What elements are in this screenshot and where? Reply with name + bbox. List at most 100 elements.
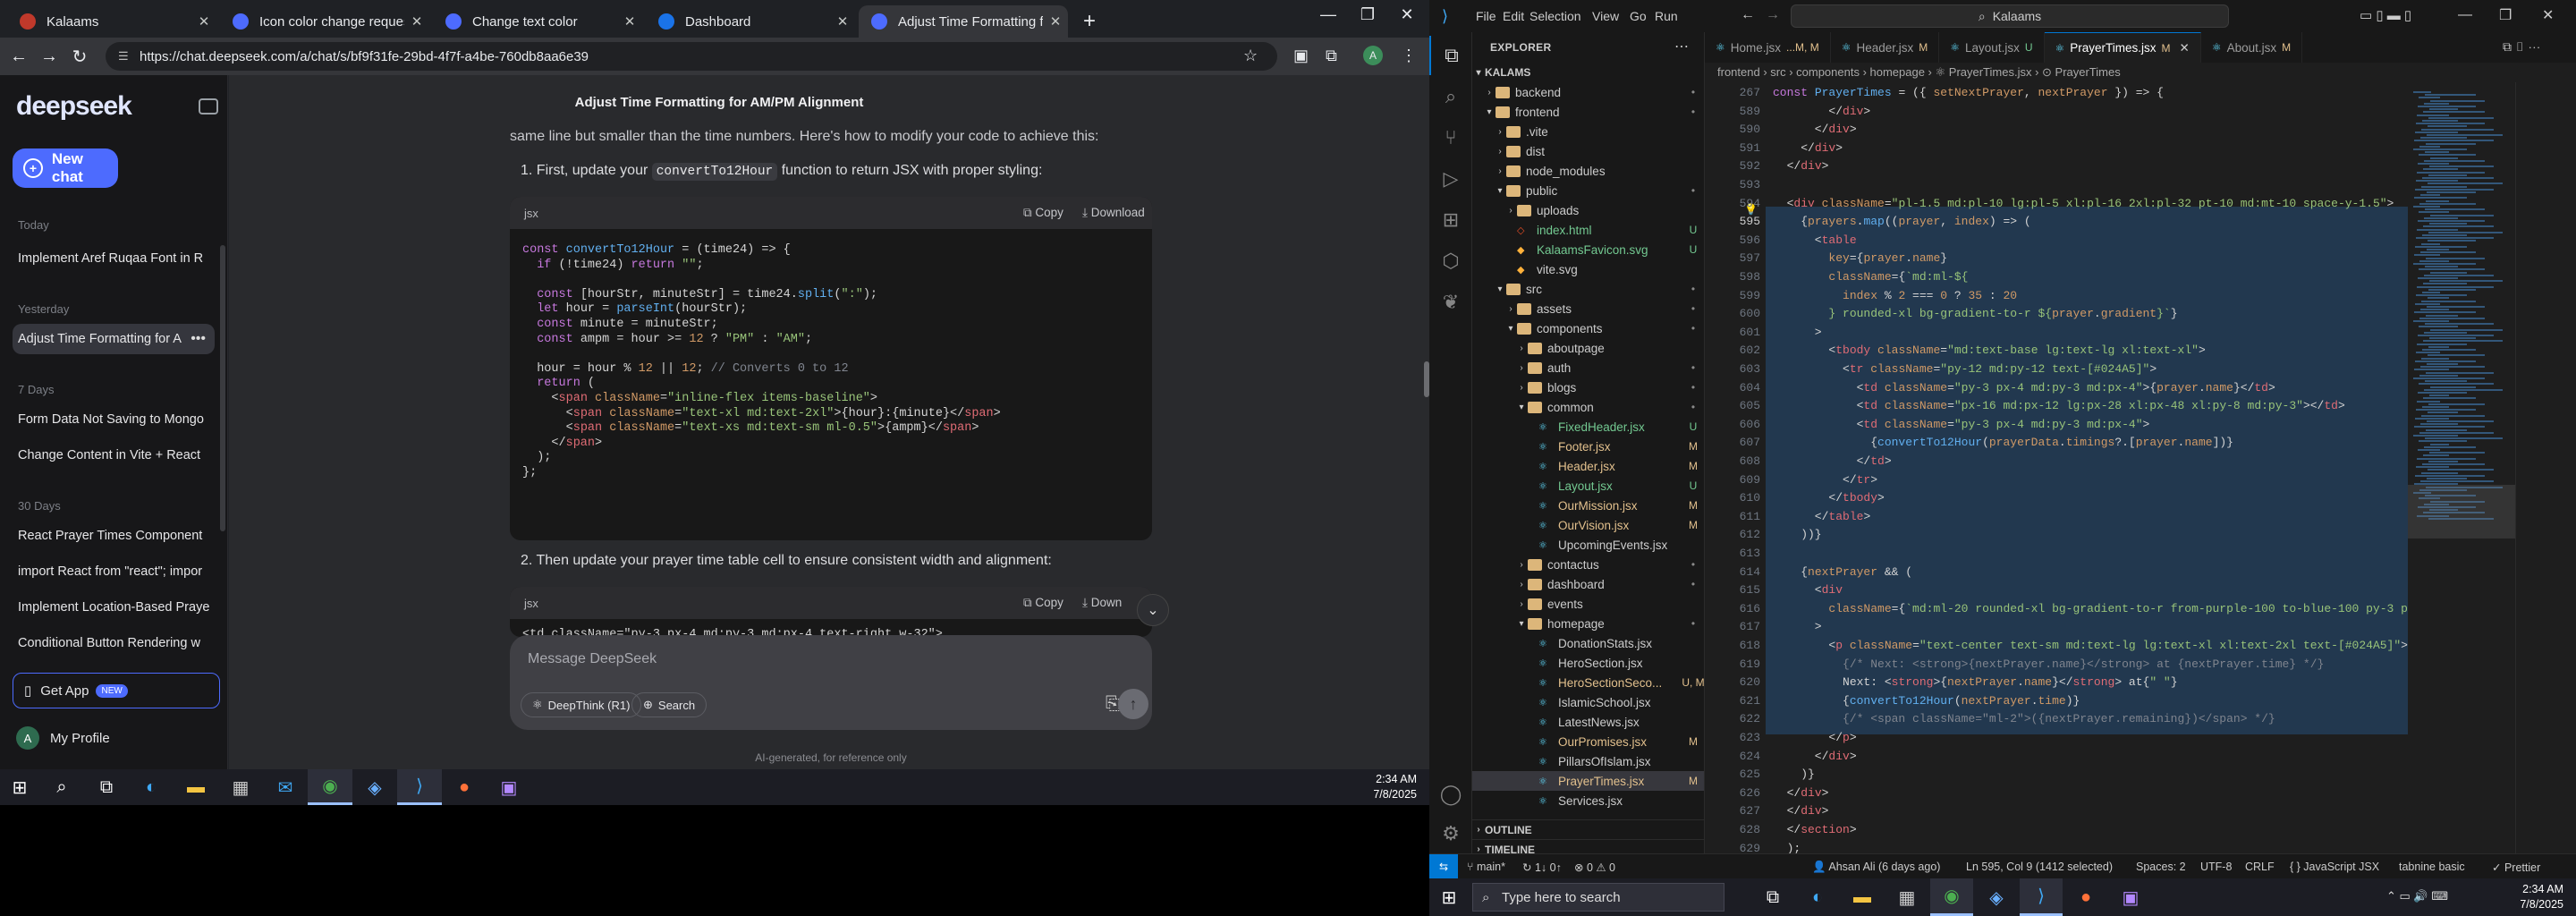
tab-close-icon[interactable]: ✕ <box>830 13 855 30</box>
run-debug-icon[interactable]: ▷ <box>1429 159 1472 199</box>
message-input[interactable] <box>528 648 1100 671</box>
site-info-icon[interactable]: ☰ <box>118 49 129 64</box>
tree-file[interactable]: ◆ KalaamsFavicon.svg U <box>1472 240 1704 259</box>
command-center[interactable]: ⌕ Kalaams <box>1791 4 2229 28</box>
vscode-icon[interactable]: ⟩ <box>397 769 442 805</box>
editor-tab[interactable]: ⚛ Home.jsx ...M, M <box>1705 32 1831 63</box>
tree-folder[interactable]: ▾ frontend • <box>1472 102 1704 122</box>
tree-file[interactable]: ⚛ Header.jsx M <box>1472 456 1704 476</box>
history-item[interactable]: Implement Aref Ruqaa Font in R <box>13 243 215 274</box>
remote-indicator-icon[interactable]: ⇆ <box>1429 854 1458 878</box>
firefox-icon[interactable]: ● <box>2064 878 2107 916</box>
tree-folder[interactable]: › uploads <box>1472 200 1704 220</box>
minimap[interactable] <box>2408 82 2515 853</box>
minimize-button[interactable]: — <box>1308 5 1349 24</box>
git-blame[interactable]: 👤 Ahsan Ali (6 days ago) <box>1812 861 1940 874</box>
tree-file[interactable]: ⚛ PillarsOfIslam.jsx <box>1472 751 1704 771</box>
get-app-button[interactable]: ▯ Get App NEW <box>13 673 220 708</box>
tree-folder[interactable]: ▾ common • <box>1472 397 1704 417</box>
search-icon[interactable]: ⌕ <box>39 769 84 805</box>
send-button[interactable]: ↑ <box>1118 689 1148 719</box>
tree-folder[interactable]: ▾ homepage • <box>1472 614 1704 633</box>
browser-tab[interactable]: Dashboard ✕ <box>646 5 855 38</box>
prettier-status[interactable]: ✓ Prettier <box>2492 861 2540 874</box>
tree-folder[interactable]: › auth • <box>1472 358 1704 377</box>
tree-folder[interactable]: › dashboard • <box>1472 574 1704 594</box>
menu-item[interactable]: Go <box>1630 9 1647 23</box>
zoom-icon[interactable]: ▣ <box>2109 878 2152 916</box>
tab-close-icon[interactable]: ✕ <box>1043 13 1068 30</box>
encoding[interactable]: UTF-8 <box>2200 861 2232 873</box>
mail-icon[interactable]: ✉ <box>263 769 308 805</box>
tree-file[interactable]: ⚛ OurMission.jsx M <box>1472 496 1704 515</box>
tree-folder[interactable]: › dist <box>1472 141 1704 161</box>
file-explorer-icon[interactable]: ▬ <box>1841 878 1884 916</box>
tree-folder[interactable]: ▾ src • <box>1472 279 1704 299</box>
split-editor-icon[interactable]: ⧉ ▯ ⋯ <box>2503 39 2540 55</box>
chrome-menu-icon[interactable]: ⋮ <box>1401 47 1417 65</box>
history-item[interactable]: Conditional Button Rendering w <box>13 628 215 658</box>
profile-avatar[interactable]: A <box>1363 46 1383 65</box>
search-icon[interactable]: ⌕ <box>1429 77 1472 116</box>
extensions-puzzle-icon[interactable]: ⧉ <box>1326 47 1337 65</box>
layout-toggle-icon[interactable]: ▭ ▯ ▬ ▯ <box>2360 7 2411 23</box>
taskbar-search[interactable]: ⌕ Type here to search <box>1472 883 1724 912</box>
outline-section[interactable]: › OUTLINE <box>1472 819 1704 839</box>
scroll-down-button[interactable]: ⌄ <box>1137 594 1169 626</box>
account-icon[interactable]: ◯ <box>1429 775 1472 814</box>
history-item[interactable]: React Prayer Times Component <box>13 521 215 551</box>
workspace-root[interactable]: ▾ KALAMS <box>1472 63 1704 82</box>
editor-tab[interactable]: ⚛ Header.jsx M <box>1831 32 1940 63</box>
tree-folder[interactable]: ▾ components • <box>1472 318 1704 338</box>
tree-file[interactable]: ⚛ LatestNews.jsx <box>1472 712 1704 732</box>
sidebar-scrollbar[interactable] <box>220 245 225 531</box>
browser-tab[interactable]: Kalaams ✕ <box>7 5 216 38</box>
tree-folder[interactable]: › .vite <box>1472 122 1704 141</box>
new-tab-button[interactable]: + <box>1072 5 1107 38</box>
file-explorer-icon[interactable]: ▬ <box>174 769 218 805</box>
new-chat-button[interactable]: + New chat <box>13 148 118 188</box>
tree-file[interactable]: ⚛ Services.jsx <box>1472 791 1704 810</box>
tree-folder[interactable]: › events <box>1472 594 1704 614</box>
bookmark-star-icon[interactable]: ☆ <box>1243 47 1258 65</box>
tab-close-icon[interactable]: ✕ <box>191 13 216 30</box>
tab-close-icon[interactable]: ✕ <box>2180 41 2190 55</box>
breadcrumb[interactable]: frontend › src › components › homepage ›… <box>1705 63 2576 82</box>
reload-button[interactable]: ↻ <box>64 46 95 68</box>
tab-close-icon[interactable]: ✕ <box>617 13 642 30</box>
tree-file[interactable]: ⚛ UpcomingEvents.jsx <box>1472 535 1704 555</box>
close-window-button[interactable]: ✕ <box>1386 5 1428 24</box>
more-options-icon[interactable]: ••• <box>191 331 206 347</box>
tree-file[interactable]: ⚛ PrayerTimes.jsx M <box>1472 771 1704 791</box>
forward-button[interactable]: → <box>34 47 64 67</box>
store-icon[interactable]: ▦ <box>1885 878 1928 916</box>
edge-icon[interactable]: ◐ <box>1796 878 1839 916</box>
back-button[interactable]: ← <box>4 47 34 67</box>
history-item[interactable]: import React from "react"; impor <box>13 556 215 587</box>
search-toggle[interactable]: ⊕ Search <box>631 692 708 717</box>
browser-tab[interactable]: Change text color ✕ <box>433 5 642 38</box>
tree-file[interactable]: ⚛ IslamicSchool.jsx <box>1472 692 1704 712</box>
editor-tab[interactable]: ⚛ About.jsx M <box>2201 32 2303 63</box>
extension-icon[interactable]: ▣ <box>1293 47 1309 65</box>
task-view-icon[interactable]: ⧉ <box>1751 878 1794 916</box>
tree-file[interactable]: ⚛ DonationStats.jsx <box>1472 633 1704 653</box>
browser-tab[interactable]: Icon color change request ✕ <box>220 5 429 38</box>
tree-folder[interactable]: › aboutpage <box>1472 338 1704 358</box>
tree-folder[interactable]: › node_modules <box>1472 161 1704 181</box>
maximize-button[interactable]: ❐ <box>1347 5 1388 24</box>
tab-close-icon[interactable]: ✕ <box>404 13 429 30</box>
tree-folder[interactable]: › contactus • <box>1472 555 1704 574</box>
tree-file[interactable]: ⚛ HeroSectionSeco... U, M <box>1472 673 1704 692</box>
chrome-icon[interactable]: ◉ <box>1930 878 1973 916</box>
chrome-icon[interactable]: ◉ <box>308 769 352 805</box>
edge-icon[interactable]: ◐ <box>129 769 174 805</box>
my-profile-button[interactable]: A My Profile <box>16 726 110 750</box>
firefox-icon[interactable]: ● <box>442 769 487 805</box>
minimap-viewport[interactable] <box>2408 485 2515 539</box>
app-icon[interactable]: ◈ <box>1975 878 2018 916</box>
app-icon[interactable]: ◈ <box>352 769 397 805</box>
indentation[interactable]: Spaces: 2 <box>2136 861 2186 873</box>
windows-start-icon[interactable]: ⊞ <box>1429 878 1469 916</box>
task-view-icon[interactable]: ⧉ <box>84 769 129 805</box>
